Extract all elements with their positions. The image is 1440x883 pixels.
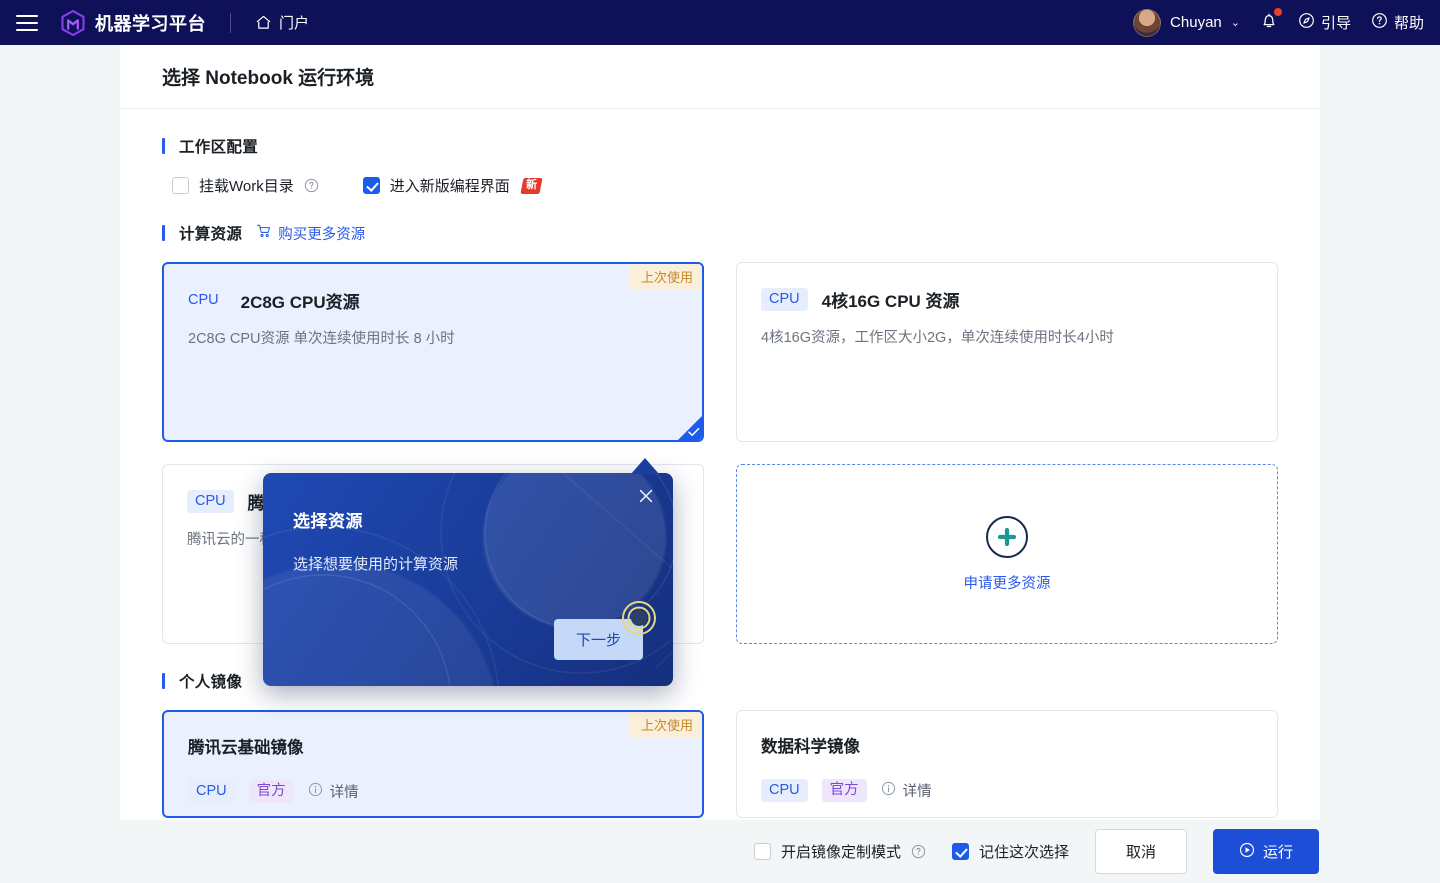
section-accent-bar bbox=[162, 673, 165, 689]
run-button-label: 运行 bbox=[1262, 844, 1293, 861]
play-circle-icon bbox=[1239, 842, 1255, 862]
dialog-body: 工作区配置 挂载Work目录 进入新版编程界面 新 计算资源 购买更多资源 上次… bbox=[120, 109, 1320, 818]
user-menu[interactable]: Chuyan ⌄ bbox=[1133, 8, 1240, 37]
notification-dot bbox=[1273, 7, 1282, 16]
new-badge: 新 bbox=[520, 177, 543, 194]
checkbox-label-custom-mode: 开启镜像定制模式 bbox=[780, 844, 901, 861]
hamburger-icon[interactable] bbox=[16, 14, 38, 31]
personal-image-grid: 上次使用 腾讯云基础镜像 CPU 官方 详情 数据科学镜像 CPU 官方 详情 bbox=[162, 710, 1278, 818]
page-title: 选择 Notebook 运行环境 bbox=[162, 68, 375, 89]
app-root: 机器学习平台 门户 Chuyan ⌄ 引导 帮助 选择 Notebook 运行环… bbox=[0, 0, 1440, 883]
section-title-images: 个人镜像 bbox=[179, 674, 243, 691]
onboarding-popover: 选择资源 选择想要使用的计算资源 下一步 bbox=[263, 473, 673, 686]
avatar bbox=[1133, 8, 1162, 37]
image-tag-row: CPU 官方 详情 bbox=[761, 779, 1253, 803]
notebook-environment-dialog: 选择 Notebook 运行环境 工作区配置 挂载Work目录 进入新版编程界面… bbox=[120, 45, 1320, 820]
checkbox-label-new-ide: 进入新版编程界面 bbox=[389, 178, 510, 195]
new-badge-text: 新 bbox=[525, 178, 537, 191]
resource-name: 4核16G CPU 资源 bbox=[821, 292, 960, 311]
nav-right-cluster: Chuyan ⌄ 引导 帮助 bbox=[1133, 7, 1440, 37]
cart-icon bbox=[256, 223, 272, 243]
cancel-button[interactable]: 取消 bbox=[1094, 829, 1187, 874]
section-header-workspace: 工作区配置 bbox=[162, 135, 1278, 157]
resource-name: 2C8G CPU资源 bbox=[240, 293, 360, 312]
checkbox-box-new-ide[interactable] bbox=[362, 177, 380, 194]
top-navigation-bar: 机器学习平台 门户 Chuyan ⌄ 引导 帮助 bbox=[0, 0, 1440, 45]
nav-divider bbox=[230, 12, 231, 33]
portal-label: 门户 bbox=[279, 15, 310, 32]
section-accent-bar bbox=[162, 138, 165, 154]
selected-check-icon bbox=[677, 415, 702, 440]
last-used-badge: 上次使用 bbox=[629, 264, 702, 290]
info-circle-icon bbox=[881, 781, 896, 800]
section-title-workspace: 工作区配置 bbox=[179, 139, 259, 156]
section-accent-bar bbox=[162, 225, 165, 241]
buy-more-resources-label: 购买更多资源 bbox=[278, 226, 366, 243]
last-used-badge: 上次使用 bbox=[629, 712, 702, 738]
image-tag-official: 官方 bbox=[248, 780, 294, 804]
image-name: 腾讯云基础镜像 bbox=[188, 739, 304, 757]
resource-card-2c8g[interactable]: 上次使用 CPU 2C8G CPU资源 2C8G CPU资源 单次连续使用时长 … bbox=[162, 262, 704, 442]
resource-description: 4核16G资源，工作区大小2G，单次连续使用时长4小时 bbox=[761, 330, 1114, 346]
help-link[interactable]: 帮助 bbox=[1371, 12, 1424, 33]
image-detail-link[interactable]: 详情 bbox=[308, 781, 359, 802]
resource-tag-cpu: CPU bbox=[761, 287, 808, 312]
checkbox-label-mount-work: 挂载Work目录 bbox=[199, 178, 294, 195]
run-button[interactable]: 运行 bbox=[1212, 829, 1319, 874]
notifications-button[interactable] bbox=[1260, 7, 1282, 35]
question-circle-icon bbox=[1371, 12, 1388, 33]
user-name: Chuyan bbox=[1170, 14, 1222, 31]
image-detail-link[interactable]: 详情 bbox=[881, 780, 932, 801]
portal-link[interactable]: 门户 bbox=[255, 12, 309, 33]
resource-tag-cpu: CPU bbox=[188, 291, 219, 308]
apply-more-resources-card[interactable]: 申请更多资源 bbox=[736, 464, 1278, 644]
dialog-footer: 开启镜像定制模式 记住这次选择 取消 运行 bbox=[0, 820, 1440, 883]
resource-tag-cpu: CPU bbox=[187, 489, 234, 514]
brand-name: 机器学习平台 bbox=[95, 13, 206, 34]
guide-label: 引导 bbox=[1320, 15, 1351, 32]
popover-arrow bbox=[631, 458, 659, 474]
image-detail-label: 详情 bbox=[902, 784, 932, 801]
image-tag-official: 官方 bbox=[821, 779, 867, 803]
info-circle-icon bbox=[308, 782, 323, 801]
checkbox-box-remember[interactable] bbox=[951, 843, 969, 860]
image-detail-label: 详情 bbox=[329, 785, 359, 802]
image-card-tencent-base[interactable]: 上次使用 腾讯云基础镜像 CPU 官方 详情 bbox=[162, 710, 704, 818]
guide-link[interactable]: 引导 bbox=[1298, 12, 1351, 33]
question-circle-icon[interactable] bbox=[304, 178, 319, 193]
checkbox-box-mount-work[interactable] bbox=[172, 177, 189, 194]
resource-description: 2C8G CPU资源 单次连续使用时长 8 小时 bbox=[188, 331, 455, 347]
resource-card-4c16g[interactable]: CPU 4核16G CPU 资源 4核16G资源，工作区大小2G，单次连续使用时… bbox=[736, 262, 1278, 442]
chevron-down-icon: ⌄ bbox=[1230, 17, 1240, 29]
dialog-header: 选择 Notebook 运行环境 bbox=[120, 45, 1320, 109]
resource-card-header: CPU 4核16G CPU 资源 bbox=[761, 287, 1253, 312]
image-tag-cpu: CPU bbox=[188, 780, 235, 804]
checkbox-mount-work-dir[interactable]: 挂载Work目录 bbox=[172, 175, 319, 196]
popover-title: 选择资源 bbox=[293, 512, 363, 531]
checkbox-remember-choice[interactable]: 记住这次选择 bbox=[951, 841, 1069, 862]
resource-card-header: CPU 2C8G CPU资源 bbox=[188, 288, 678, 313]
image-tag-cpu: CPU bbox=[761, 779, 808, 803]
checkbox-new-ide[interactable]: 进入新版编程界面 新 bbox=[362, 175, 543, 196]
section-title-compute: 计算资源 bbox=[179, 226, 243, 243]
home-icon bbox=[255, 14, 272, 31]
apply-more-resources-label: 申请更多资源 bbox=[963, 575, 1051, 592]
image-tag-row: CPU 官方 详情 bbox=[188, 780, 678, 804]
section-header-compute: 计算资源 购买更多资源 bbox=[162, 222, 1278, 244]
popover-text: 选择想要使用的计算资源 bbox=[293, 556, 459, 573]
checkbox-label-remember: 记住这次选择 bbox=[978, 844, 1069, 861]
buy-more-resources-link[interactable]: 购买更多资源 bbox=[256, 223, 365, 244]
help-label: 帮助 bbox=[1393, 15, 1424, 32]
image-name: 数据科学镜像 bbox=[761, 738, 860, 756]
question-circle-icon[interactable] bbox=[911, 844, 926, 859]
close-icon[interactable] bbox=[637, 487, 655, 510]
checkbox-custom-image-mode[interactable]: 开启镜像定制模式 bbox=[753, 841, 926, 862]
image-card-data-science[interactable]: 数据科学镜像 CPU 官方 详情 bbox=[736, 710, 1278, 818]
compass-icon bbox=[1298, 12, 1315, 33]
plus-circle-icon bbox=[986, 515, 1028, 558]
popover-next-button[interactable]: 下一步 bbox=[553, 619, 643, 660]
workspace-options-row: 挂载Work目录 进入新版编程界面 新 bbox=[172, 175, 1278, 196]
platform-logo-icon bbox=[60, 9, 86, 37]
checkbox-box-custom-mode[interactable] bbox=[753, 843, 771, 860]
